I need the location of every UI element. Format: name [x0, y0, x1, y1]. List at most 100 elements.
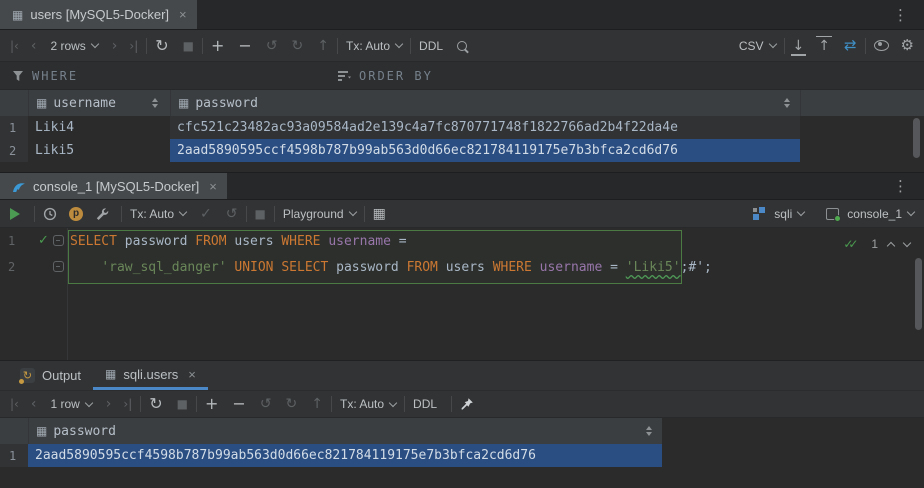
execution-count: 1: [871, 237, 878, 251]
where-filter-input[interactable]: WHERE: [32, 69, 78, 83]
kebab-menu-icon[interactable]: ⋮: [893, 177, 908, 195]
row-number[interactable]: 2: [0, 139, 28, 162]
submit-icon[interactable]: ↑: [317, 39, 329, 53]
output-icon: ↻: [20, 368, 35, 383]
execution-success-double-check-icon: ✓✓: [843, 237, 861, 251]
close-icon[interactable]: ×: [179, 7, 187, 22]
ddl-button[interactable]: DDL: [413, 397, 437, 411]
cell-password-selected[interactable]: 2aad5890595ccf4598b787b99ab563d0d66ec821…: [28, 444, 662, 467]
cell-password-selected[interactable]: 2aad5890595ccf4598b787b99ab563d0d66ec821…: [170, 139, 800, 162]
delete-row-icon[interactable]: −: [232, 396, 245, 412]
add-row-icon[interactable]: +: [205, 396, 218, 412]
divider: [202, 38, 203, 54]
next-page-icon[interactable]: ›: [106, 397, 112, 411]
fold-marker-icon[interactable]: [53, 261, 64, 272]
column-name: password: [53, 424, 116, 439]
wrench-settings-icon[interactable]: [95, 207, 109, 221]
gear-icon[interactable]: ⚙: [901, 38, 914, 53]
cell-username[interactable]: Liki5: [28, 139, 170, 162]
tab-result-grid[interactable]: ▦ sqli.users ×: [93, 361, 208, 390]
divider: [865, 38, 866, 54]
column-header-username[interactable]: ▦ username: [28, 90, 170, 116]
sql-editor[interactable]: 1 2 ✓ SELECT password FROM users WHERE u…: [0, 228, 924, 360]
tab-users-table[interactable]: ▦ users [MySQL5-Docker] ×: [0, 0, 197, 29]
parameters-badge-icon[interactable]: p: [69, 207, 83, 221]
submit-icon[interactable]: ↑: [311, 397, 323, 411]
run-icon[interactable]: [10, 208, 20, 220]
delete-row-icon[interactable]: −: [238, 38, 251, 54]
ddl-button[interactable]: DDL: [419, 39, 443, 53]
reload-icon[interactable]: ↻: [149, 396, 162, 412]
grid-toolbar: |‹ ‹ 2 rows › ›| ↻ ■ + − ↺ ↻ ↑ Tx: Auto …: [0, 30, 924, 62]
search-icon[interactable]: [457, 41, 467, 51]
fold-marker-icon[interactable]: [53, 235, 64, 246]
table-row: 2 Liki5 2aad5890595ccf4598b787b99ab563d0…: [0, 139, 924, 162]
sql-text: =: [399, 234, 407, 249]
divider: [274, 206, 275, 222]
first-page-icon[interactable]: |‹: [10, 398, 19, 410]
last-page-icon[interactable]: ›|: [129, 40, 138, 52]
last-page-icon[interactable]: ›|: [123, 398, 132, 410]
stop-icon[interactable]: ■: [177, 398, 188, 410]
page-size-dropdown[interactable]: 2 rows: [50, 39, 97, 53]
prev-page-icon[interactable]: ‹: [31, 39, 37, 53]
view-options-eye-icon[interactable]: [874, 40, 889, 51]
execute-in-table-icon[interactable]: ▦: [373, 207, 386, 221]
tx-mode-dropdown[interactable]: Tx: Auto: [130, 207, 186, 221]
tab-console[interactable]: console_1 [MySQL5-Docker] ×: [0, 173, 227, 199]
revert-icon[interactable]: ↻: [286, 397, 298, 411]
revert-icon[interactable]: ↻: [292, 39, 304, 53]
undo-icon[interactable]: ↺: [266, 39, 278, 53]
order-by-input[interactable]: ORDER BY: [359, 69, 433, 83]
sql-keyword: FROM: [195, 234, 226, 249]
chevron-up-icon[interactable]: [887, 241, 895, 249]
commit-check-icon[interactable]: ✓: [200, 207, 212, 221]
kebab-menu-icon[interactable]: ⋮: [893, 6, 908, 24]
sql-text: password: [117, 234, 195, 249]
cell-username[interactable]: Liki4: [28, 116, 170, 139]
first-page-icon[interactable]: |‹: [10, 40, 19, 52]
sql-text: ;#';: [681, 260, 712, 275]
export-download-icon[interactable]: ↓: [793, 39, 805, 53]
editor-scrollbar[interactable]: [915, 258, 922, 330]
grid-scrollbar[interactable]: [913, 118, 920, 158]
row-number[interactable]: 1: [0, 116, 28, 139]
rollback-icon[interactable]: ↺: [226, 207, 238, 221]
sort-toggle-icon[interactable]: [784, 98, 790, 108]
column-header-password[interactable]: ▦ password: [28, 418, 662, 444]
import-upload-icon[interactable]: ↑: [818, 39, 830, 53]
next-page-icon[interactable]: ›: [112, 39, 118, 53]
row-number[interactable]: 1: [0, 444, 28, 467]
divider: [146, 38, 147, 54]
prev-page-icon[interactable]: ‹: [31, 397, 37, 411]
sql-keyword: WHERE: [281, 234, 320, 249]
column-header-password[interactable]: ▦ password: [170, 90, 800, 116]
export-format-dropdown[interactable]: CSV: [739, 39, 776, 53]
table-row: 1 Liki4 cfc521c23482ac93a09584ad2e139c4a…: [0, 116, 924, 139]
sql-keyword: WHERE: [493, 260, 532, 275]
sql-text: users: [438, 260, 493, 275]
playground-mode-dropdown[interactable]: Playground: [283, 207, 356, 221]
tx-mode-dropdown[interactable]: Tx: Auto: [340, 397, 396, 411]
close-icon[interactable]: ×: [188, 367, 196, 382]
tab-output[interactable]: ↻ Output: [8, 361, 93, 390]
reload-icon[interactable]: ↻: [155, 38, 168, 54]
sort-toggle-icon[interactable]: [646, 426, 652, 436]
pin-icon[interactable]: [460, 397, 474, 411]
add-row-icon[interactable]: +: [211, 38, 224, 54]
schema-dropdown[interactable]: sqli: [774, 207, 804, 221]
stop-icon[interactable]: ■: [183, 40, 194, 52]
tx-mode-dropdown[interactable]: Tx: Auto: [346, 39, 402, 53]
stop-icon[interactable]: ■: [255, 208, 266, 220]
session-dropdown[interactable]: console_1: [847, 207, 914, 221]
undo-icon[interactable]: ↺: [260, 397, 272, 411]
history-clock-icon[interactable]: [43, 207, 57, 221]
cell-password[interactable]: cfc521c23482ac93a09584ad2e139c4a7fc87077…: [170, 116, 800, 139]
console-toolbar: p Tx: Auto ✓ ↺ ■ Playground ▦ sqli: [0, 200, 924, 228]
rows-count-label: 2 rows: [50, 39, 85, 53]
page-size-dropdown[interactable]: 1 row: [50, 397, 91, 411]
close-icon[interactable]: ×: [209, 179, 217, 194]
compare-icon[interactable]: ⇄: [844, 38, 857, 53]
chevron-down-icon[interactable]: [903, 239, 911, 247]
sort-toggle-icon[interactable]: [152, 98, 158, 108]
